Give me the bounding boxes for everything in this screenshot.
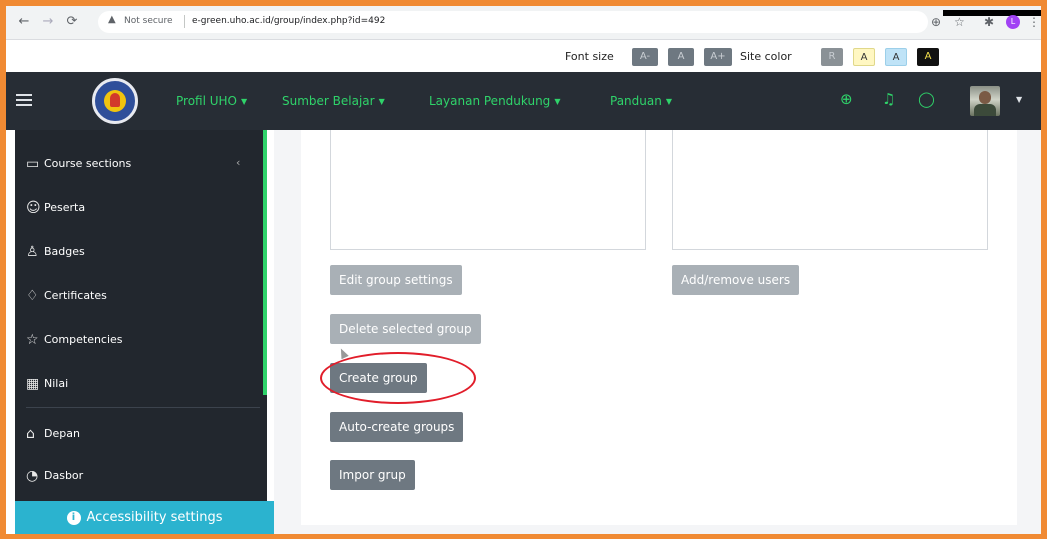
red-highlight-ellipse [320, 352, 476, 404]
menu-panduan-label: Panduan [610, 94, 662, 108]
sidebar-divider [26, 407, 260, 408]
address-bar[interactable]: ▲ Not secure e-green.uho.ac.id/group/ind… [98, 11, 928, 33]
browser-profile-icon[interactable]: L [1006, 15, 1020, 29]
menu-panduan[interactable]: Panduan ▼ [610, 94, 672, 108]
sidebar-item-competencies[interactable]: ☆ Competencies [26, 332, 123, 350]
menu-profil-uho[interactable]: Profil UHO ▼ [176, 94, 247, 108]
forward-icon[interactable]: → [40, 14, 56, 30]
sidebar-item-course-sections[interactable]: ▭ Course sections [26, 156, 131, 174]
extensions-icon[interactable]: ✱ [984, 15, 994, 29]
sidebar-item-depan[interactable]: ⌂ Depan [26, 426, 80, 444]
folder-icon: ▭ [26, 156, 40, 172]
sidebar-item-badges[interactable]: ♙ Badges [26, 244, 85, 262]
sidebar-item-label: Certificates [44, 289, 107, 302]
sidebar-item-dasbor[interactable]: ◔ Dasbor [26, 468, 83, 486]
sidebar-item-label: Peserta [44, 201, 86, 214]
color-blue-button[interactable]: A [885, 48, 907, 66]
home-icon: ⌂ [26, 426, 35, 442]
chevron-down-icon: ▼ [378, 97, 385, 106]
certificate-icon: ♢ [26, 288, 39, 304]
uho-logo[interactable] [92, 78, 138, 124]
site-navbar: Profil UHO ▼ Sumber Belajar ▼ Layanan Pend… [6, 72, 1041, 130]
sidebar-item-label: Badges [44, 245, 85, 258]
sidebar-item-label: Nilai [44, 377, 69, 390]
sidebar-item-label: Depan [44, 427, 80, 440]
screen-frame: ← → ⟳ ▲ Not secure e-green.uho.ac.id/gro… [6, 6, 1041, 534]
font-size-label: Font size [565, 50, 614, 63]
accessibility-settings-button[interactable]: i Accessibility settings [15, 501, 274, 534]
accessibility-toolbar: Font size A- A A+ Site color R A A A [6, 40, 1041, 72]
sidebar-item-label: Course sections [44, 157, 132, 170]
sidebar-item-peserta[interactable]: ☺ Peserta [26, 200, 85, 218]
globe-icon[interactable]: ⊕ [840, 90, 853, 108]
menu-sumber-belajar-label: Sumber Belajar [282, 94, 375, 108]
sidebar-item-label: Dasbor [44, 469, 84, 482]
accessibility-settings-label: Accessibility settings [86, 510, 223, 525]
collapse-chevron-icon[interactable]: ‹ [236, 156, 240, 169]
menu-sumber-belajar[interactable]: Sumber Belajar ▼ [282, 94, 385, 108]
info-icon: i [66, 511, 81, 525]
gradebook-icon: ▦ [26, 376, 40, 392]
back-icon[interactable]: ← [16, 14, 32, 30]
site-color-label: Site color [740, 50, 792, 63]
browser-menu-icon[interactable]: ⋮ [1028, 15, 1040, 29]
users-icon: ☺ [26, 200, 41, 216]
auto-create-groups-button[interactable]: Auto-create groups [330, 412, 464, 442]
bookmark-star-icon[interactable]: ☆ [954, 15, 965, 29]
members-listbox[interactable] [672, 130, 988, 250]
badge-icon: ♙ [26, 244, 39, 260]
security-status: Not secure [124, 16, 173, 26]
impor-grup-button[interactable]: Impor grup [330, 460, 415, 490]
hamburger-menu-icon[interactable] [16, 94, 32, 109]
browser-toolbar: ← → ⟳ ▲ Not secure e-green.uho.ac.id/gro… [6, 6, 1041, 40]
groups-listbox[interactable] [330, 130, 646, 250]
color-black-button[interactable]: A [917, 48, 939, 66]
font-decrease-button[interactable]: A- [632, 48, 658, 66]
font-increase-button[interactable]: A+ [704, 48, 732, 66]
chevron-down-icon: ▼ [554, 97, 561, 106]
chevron-down-icon: ▼ [241, 97, 248, 106]
address-separator [184, 15, 185, 28]
warning-icon: ▲ [108, 14, 116, 25]
user-avatar[interactable] [970, 86, 1000, 116]
zoom-icon[interactable]: ⊕ [931, 15, 941, 29]
delete-selected-group-button[interactable]: Delete selected group [330, 314, 481, 344]
reload-icon[interactable]: ⟳ [64, 14, 80, 30]
chat-icon[interactable]: ◯ [918, 90, 935, 108]
edit-group-settings-button[interactable]: Edit group settings [330, 265, 462, 295]
menu-profil-uho-label: Profil UHO [176, 94, 237, 108]
chevron-down-icon[interactable]: ▼ [1016, 95, 1022, 104]
font-reset-button[interactable]: A [668, 48, 694, 66]
chevron-down-icon: ▼ [665, 97, 672, 106]
sidebar-item-certificates[interactable]: ♢ Certificates [26, 288, 107, 306]
bell-icon[interactable]: ♫ [882, 90, 895, 108]
sidebar-item-nilai[interactable]: ▦ Nilai [26, 376, 68, 394]
sidebar-scroll-indicator [263, 130, 267, 395]
sidebar-item-label: Competencies [44, 333, 123, 346]
color-reset-button[interactable]: R [821, 48, 843, 66]
add-remove-users-button[interactable]: Add/remove users [672, 265, 800, 295]
color-yellow-button[interactable]: A [853, 48, 875, 66]
url-text[interactable]: e-green.uho.ac.id/group/index.php?id=492 [192, 16, 385, 26]
dashboard-icon: ◔ [26, 468, 39, 484]
star-icon: ☆ [26, 332, 39, 348]
menu-layanan-pendukung-label: Layanan Pendukung [429, 94, 551, 108]
menu-layanan-pendukung[interactable]: Layanan Pendukung ▼ [429, 94, 560, 108]
